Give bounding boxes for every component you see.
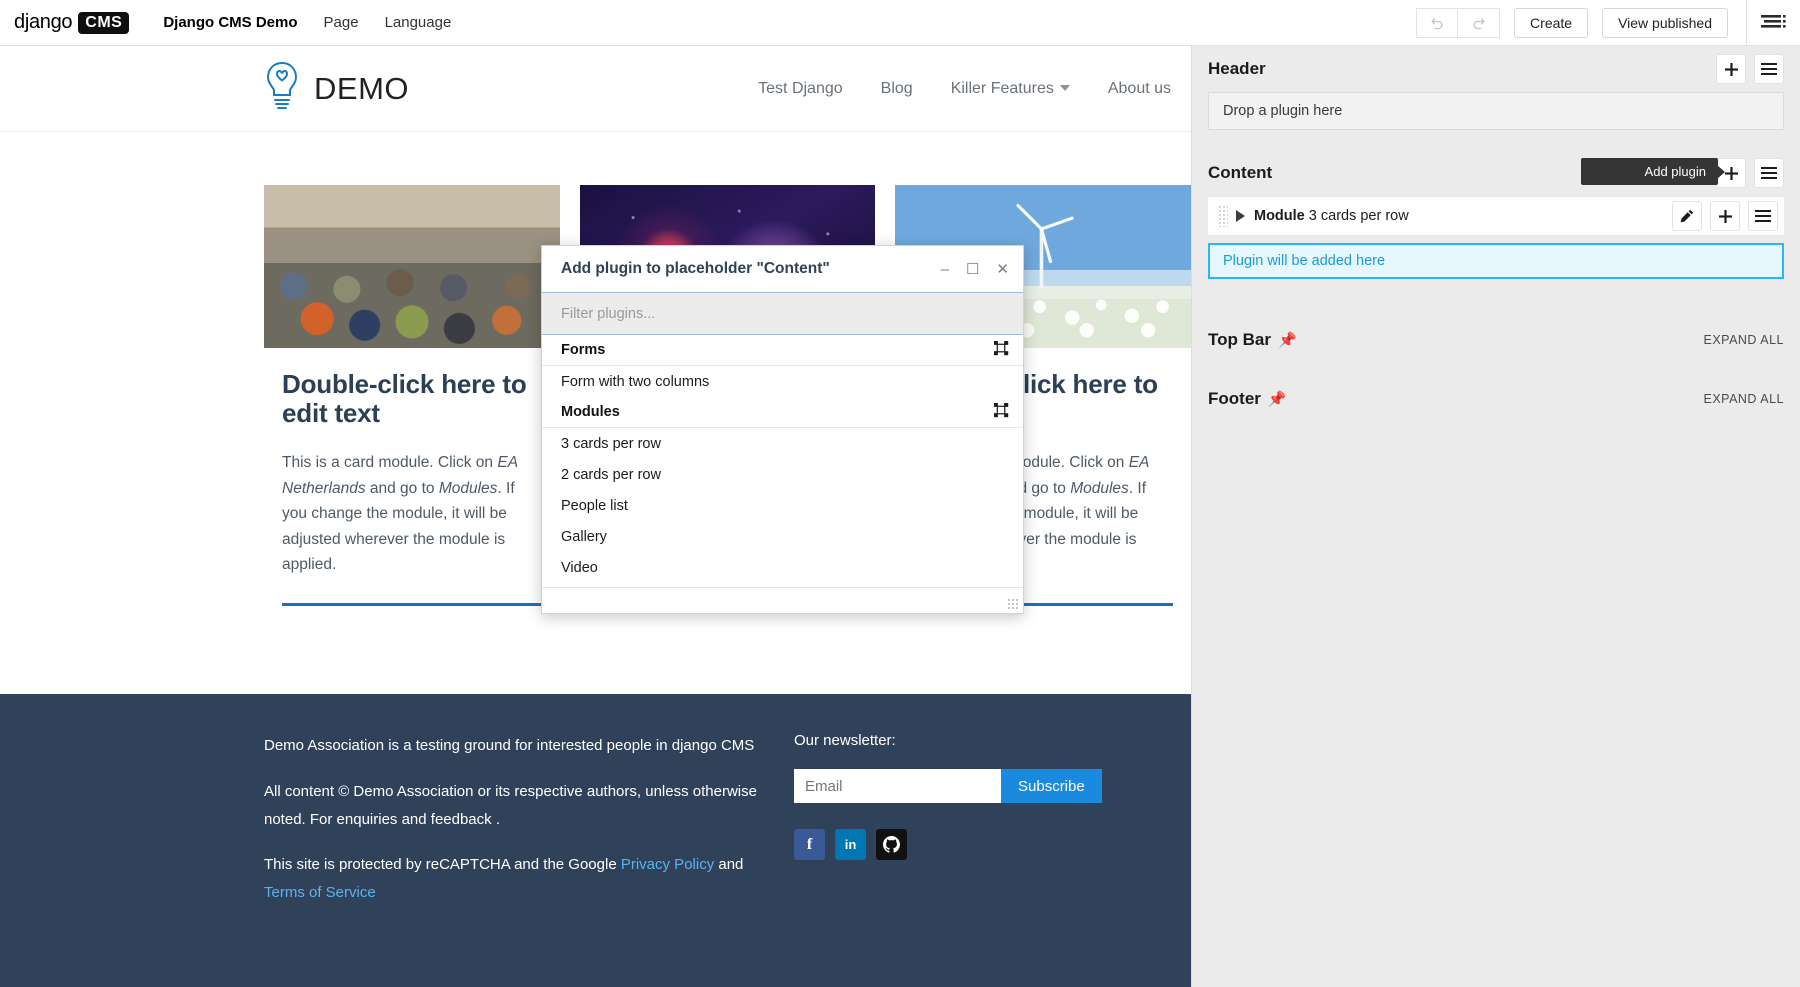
footer-line-1: Demo Association is a testing ground for…	[264, 732, 764, 760]
expand-all-top-bar[interactable]: EXPAND ALL	[1703, 333, 1784, 347]
toolbar-site-title[interactable]: Django CMS Demo	[163, 14, 297, 31]
plugin-item-video[interactable]: Video	[542, 552, 1023, 583]
undo-icon[interactable]	[1416, 8, 1458, 38]
section-title-footer: Footer 📌	[1208, 389, 1287, 409]
minimize-icon[interactable]: –	[941, 262, 949, 277]
triangle-right-icon[interactable]	[1236, 210, 1245, 222]
plugin-group-icon	[994, 403, 1009, 422]
nav-item-blog[interactable]: Blog	[881, 80, 913, 98]
modal-header[interactable]: Add plugin to placeholder "Content" – ☐ …	[542, 246, 1023, 292]
plugin-group-label: Modules	[561, 404, 620, 420]
add-plugin-button-header[interactable]	[1716, 54, 1746, 84]
redo-icon[interactable]	[1458, 8, 1500, 38]
plugin-group-forms: Forms	[542, 335, 1023, 366]
email-field[interactable]	[794, 769, 1001, 803]
pin-icon: 📌	[1278, 331, 1297, 349]
structure-board: Header Drop a plugin here Content EXPAND…	[1191, 46, 1800, 987]
plugin-filter-bar	[542, 292, 1023, 335]
card-divider	[282, 603, 542, 606]
cms-toolbar: django CMS Django CMS Demo Page Language…	[0, 0, 1800, 46]
github-icon[interactable]	[876, 829, 907, 860]
chevron-down-icon	[1060, 85, 1070, 91]
plugin-row-module[interactable]: Module 3 cards per row	[1208, 196, 1784, 236]
plugin-drop-indicator: Plugin will be added here	[1208, 243, 1784, 279]
resize-handle[interactable]	[1007, 598, 1018, 609]
site-footer: Demo Association is a testing ground for…	[0, 694, 1191, 987]
placeholder-section-top-bar: Top Bar 📌 EXPAND ALL	[1192, 317, 1800, 363]
modal-footer	[542, 587, 1023, 613]
terms-of-service-link[interactable]: Terms of Service	[264, 884, 376, 901]
footer-info-column: Demo Association is a testing ground for…	[264, 732, 764, 925]
close-icon[interactable]: ✕	[996, 262, 1009, 277]
section-title-top-bar: Top Bar 📌	[1208, 330, 1297, 350]
plugin-row-menu-icon[interactable]	[1748, 201, 1778, 231]
site-nav: Test Django Blog Killer Features About u…	[758, 80, 1191, 98]
hamburger-icon-header[interactable]	[1754, 54, 1784, 84]
plugin-list: Forms Form with two columns Modules	[542, 335, 1023, 587]
create-button[interactable]: Create	[1514, 8, 1588, 38]
lightbulb-heart-icon	[264, 60, 300, 117]
toolbar-menu-page[interactable]: Page	[324, 14, 359, 31]
modal-title: Add plugin to placeholder "Content"	[561, 260, 830, 278]
add-child-plugin-button[interactable]	[1710, 201, 1740, 231]
footer-line-3: This site is protected by reCAPTCHA and …	[264, 851, 764, 907]
plugin-group-modules: Modules	[542, 397, 1023, 428]
expand-all-footer[interactable]: EXPAND ALL	[1703, 392, 1784, 406]
nav-item-killer-features[interactable]: Killer Features	[951, 80, 1070, 98]
newsletter-label: Our newsletter:	[794, 732, 1114, 749]
nav-item-about-us[interactable]: About us	[1108, 80, 1171, 98]
card-title: Double-click here to edit text	[282, 370, 542, 428]
plugin-item-form-with-two-columns[interactable]: Form with two columns	[542, 366, 1023, 397]
toolbar-right-group: Create View published	[1416, 0, 1800, 45]
site-logo-text: DEMO	[314, 71, 409, 107]
card: Double-click here to edit text This is a…	[264, 185, 560, 606]
toolbar-menu-icon[interactable]	[1746, 0, 1800, 46]
filter-plugins-input[interactable]	[542, 293, 1023, 334]
facebook-icon[interactable]: f	[794, 829, 825, 860]
placeholder-section-content: Content EXPAND ALL Add plugin	[1192, 150, 1800, 196]
toolbar-menu-language[interactable]: Language	[385, 14, 452, 31]
social-links: f in	[794, 829, 1114, 860]
section-title-content: Content	[1208, 163, 1272, 183]
plugin-item-people-list[interactable]: People list	[542, 490, 1023, 521]
plugin-item-2-cards-per-row[interactable]: 2 cards per row	[542, 459, 1023, 490]
brand-cms-badge: CMS	[78, 12, 129, 34]
add-plugin-tooltip: Add plugin	[1581, 158, 1718, 185]
conference-audience-photo	[264, 185, 560, 348]
placeholder-section-header: Header	[1192, 46, 1800, 92]
view-published-button[interactable]: View published	[1602, 8, 1728, 38]
card-body: Double-click here to edit text This is a…	[264, 348, 560, 606]
drop-plugin-zone-header[interactable]: Drop a plugin here	[1208, 92, 1784, 130]
plugin-item-gallery[interactable]: Gallery	[542, 521, 1023, 552]
hamburger-icon-content[interactable]	[1754, 158, 1784, 188]
add-plugin-modal: Add plugin to placeholder "Content" – ☐ …	[541, 245, 1024, 614]
footer-newsletter-column: Our newsletter: Subscribe f in	[794, 732, 1114, 925]
plugin-row-label: Module 3 cards per row	[1254, 208, 1409, 224]
subscribe-button[interactable]: Subscribe	[1001, 769, 1102, 803]
plugin-group-icon	[994, 341, 1009, 360]
section-title-header: Header	[1208, 59, 1266, 79]
django-cms-logo[interactable]: django CMS	[14, 11, 129, 34]
plugin-group-label: Forms	[561, 342, 605, 358]
linkedin-icon[interactable]: in	[835, 829, 866, 860]
pencil-icon[interactable]	[1672, 201, 1702, 231]
placeholder-section-footer: Footer 📌 EXPAND ALL	[1192, 376, 1800, 422]
site-logo[interactable]: DEMO	[264, 60, 409, 117]
drag-handle-icon[interactable]	[1218, 205, 1228, 227]
card-text: This is a card module. Click on EA Nethe…	[282, 450, 542, 578]
brand-django-text: django	[14, 11, 72, 34]
footer-line-2: All content © Demo Association or its re…	[264, 778, 764, 834]
nav-item-test-django[interactable]: Test Django	[758, 80, 843, 98]
maximize-icon[interactable]: ☐	[966, 262, 979, 277]
pin-icon: 📌	[1268, 390, 1287, 408]
undo-redo-group	[1416, 8, 1500, 38]
privacy-policy-link[interactable]: Privacy Policy	[621, 856, 714, 873]
plugin-item-3-cards-per-row[interactable]: 3 cards per row	[542, 428, 1023, 459]
site-header: DEMO Test Django Blog Killer Features Ab…	[0, 46, 1191, 132]
newsletter-form: Subscribe	[794, 769, 1114, 803]
